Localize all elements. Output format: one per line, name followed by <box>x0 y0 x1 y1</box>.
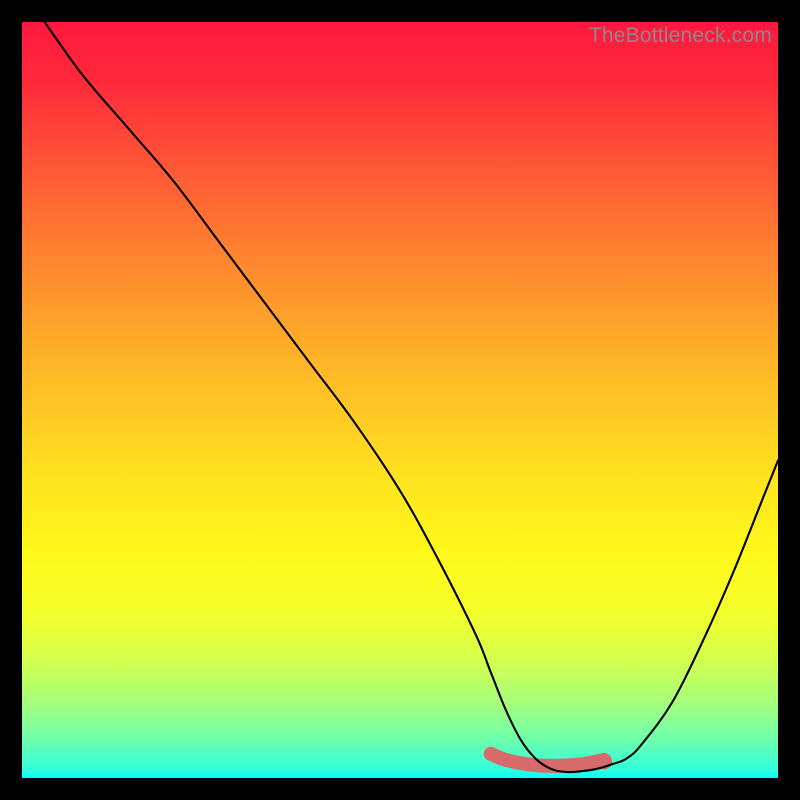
chart-plot-area: TheBottleneck.com <box>22 22 778 778</box>
optimal-range-highlight <box>491 754 604 766</box>
chart-frame: TheBottleneck.com <box>0 0 800 800</box>
chart-svg <box>22 22 778 778</box>
bottleneck-curve <box>45 22 778 772</box>
